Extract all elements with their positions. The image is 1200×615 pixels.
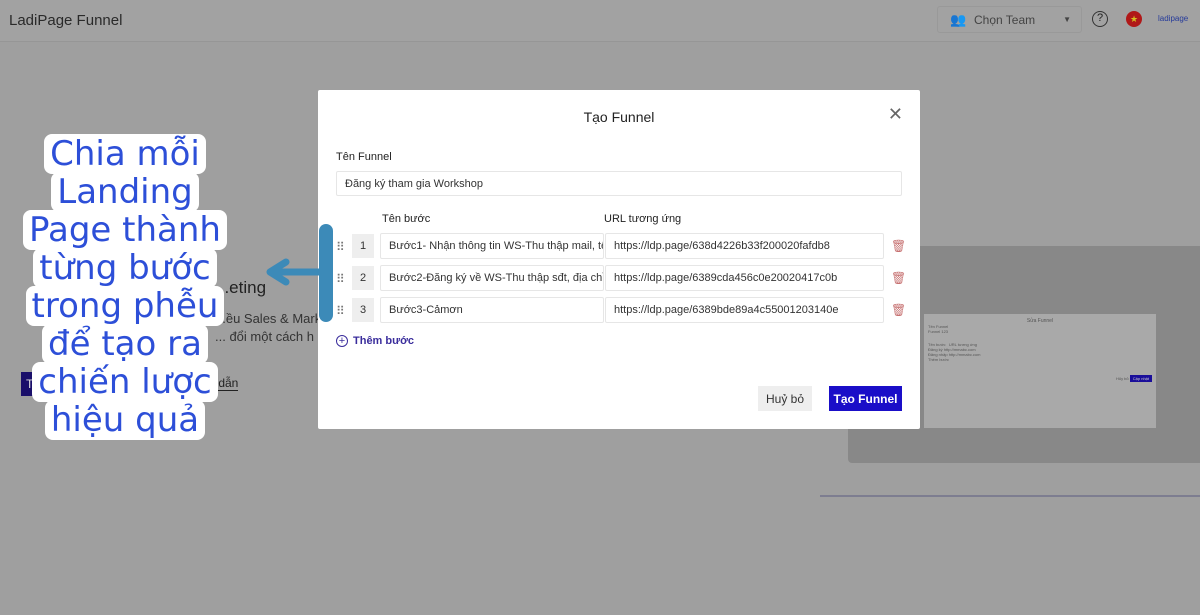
funnel-name-input[interactable]: Đăng ký tham gia Workshop bbox=[336, 171, 902, 196]
illus-url: http://mmabc.com bbox=[948, 352, 981, 357]
add-step-label: Thêm bước bbox=[353, 335, 415, 347]
funnel-name-label: Tên Funnel bbox=[336, 151, 392, 163]
illustration-modal: Sửa Funnel Tên Funnel Funnel 123 Tên bướ… bbox=[924, 314, 1156, 428]
drag-handle-icon[interactable]: ⠿ bbox=[336, 240, 345, 254]
app-title: LadiPage Funnel bbox=[9, 12, 123, 29]
team-icon: 👥 bbox=[950, 12, 967, 27]
close-icon[interactable]: ✕ bbox=[888, 104, 903, 125]
step-url-input[interactable]: https://ldp.page/6389cda456c0e20020417c0… bbox=[605, 265, 884, 291]
step-url-input[interactable]: https://ldp.page/6389bde89a4c55001203140… bbox=[605, 297, 884, 323]
step-url-input[interactable]: https://ldp.page/638d4226b33f200020fafdb… bbox=[605, 233, 884, 259]
step-number: 1 bbox=[352, 234, 374, 258]
step-name-header: Tên bước bbox=[382, 213, 431, 225]
modal-title: Tạo Funnel bbox=[583, 109, 655, 125]
illus-add: Thêm bước bbox=[928, 357, 949, 362]
language-flag-icon[interactable]: ★ bbox=[1126, 11, 1142, 27]
step-name-input[interactable]: Bước2-Đăng ký về WS-Thu thập sđt, địa ch… bbox=[380, 265, 604, 291]
step-number: 3 bbox=[352, 298, 374, 322]
drag-handle-icon[interactable]: ⠿ bbox=[336, 272, 345, 286]
trash-icon[interactable]: 🗑 bbox=[891, 271, 906, 285]
add-step-button[interactable]: + Thêm bước bbox=[336, 335, 414, 347]
team-select[interactable]: 👥 Chọn Team ▼ bbox=[937, 6, 1082, 33]
team-select-label: Chọn Team bbox=[974, 13, 1036, 27]
drag-handle-icon[interactable]: ⠿ bbox=[336, 304, 345, 318]
plus-circle-icon: + bbox=[336, 335, 348, 347]
chevron-down-icon: ▼ bbox=[1063, 15, 1071, 24]
illus-cancel: Hủy bỏ bbox=[1115, 376, 1129, 381]
create-funnel-button[interactable]: Tạo Funnel bbox=[829, 386, 902, 411]
annotation-caption: Chia mỗi Landing Page thành từng bước tr… bbox=[14, 134, 236, 440]
step-name-input[interactable]: Bước1- Nhận thông tin WS-Thu thập mail, … bbox=[380, 233, 604, 259]
step-name-input[interactable]: Bước3-Cảmơn bbox=[380, 297, 604, 323]
illus-submit: Cập nhật bbox=[1129, 375, 1152, 382]
top-header: LadiPage Funnel 👥 Chọn Team ▼ ? ★ ladipage bbox=[0, 0, 1200, 42]
help-circle-icon[interactable]: ? bbox=[1092, 11, 1108, 27]
create-funnel-modal: Tạo Funnel ✕ Tên Funnel Đăng ký tham gia… bbox=[318, 90, 920, 429]
illus-value: Funnel 123 bbox=[928, 329, 949, 334]
annotation-arrow-icon bbox=[266, 258, 332, 286]
url-header: URL tương ứng bbox=[604, 213, 682, 225]
trash-icon[interactable]: 🗑 bbox=[891, 239, 906, 253]
step-number: 2 bbox=[352, 266, 374, 290]
annotation-caption-text: Chia mỗi Landing Page thành từng bước tr… bbox=[23, 134, 227, 440]
brand-logo: ladipage bbox=[1158, 14, 1189, 23]
cancel-button[interactable]: Huỷ bỏ bbox=[758, 386, 812, 411]
trash-icon[interactable]: 🗑 bbox=[891, 303, 906, 317]
divider bbox=[820, 495, 1200, 497]
